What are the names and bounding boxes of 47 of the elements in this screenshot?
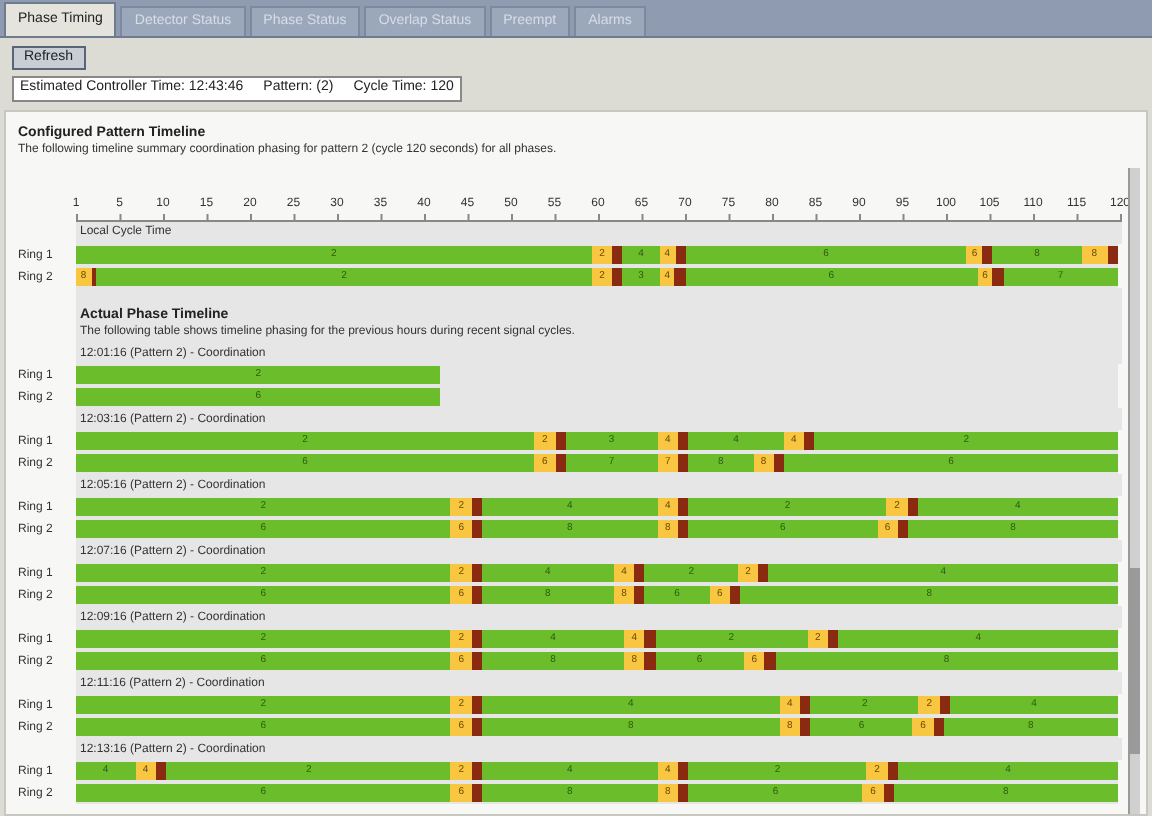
clearance-segment [471,696,483,714]
clearance-segment [678,762,689,780]
clearance-segment [612,246,623,264]
clearance-segment [471,762,483,780]
clearance-segment [678,784,689,802]
clearance-segment [800,696,811,714]
clearance-segment [800,718,811,736]
clearance-segment [634,564,645,582]
clearance-segment [644,630,656,648]
clearance-segment [804,432,815,450]
clearance-segment [634,586,645,604]
clearance-segment [933,718,944,736]
clearance-segment [471,784,483,802]
clearance-segment [887,762,898,780]
clearance-segment [91,268,97,286]
clearance-segment [828,630,839,648]
clearance-segment [1107,246,1118,264]
clearance-segment [675,246,686,264]
scrollbar-thumb[interactable] [1130,568,1140,754]
clearance-segment [764,652,775,670]
clearance-segment [883,784,894,802]
clearance-segment [674,268,686,286]
clearance-segment [612,268,623,286]
clearance-segment [678,454,689,472]
clearance-segment [678,498,689,516]
clearance-segment [730,586,741,604]
clearance-segment [982,246,993,264]
clearance-segment [471,564,483,582]
clearance-segment [471,652,483,670]
clearance-segment [898,520,909,538]
clearance-segment [156,762,167,780]
clearance-segment [555,454,566,472]
vertical-scrollbar[interactable] [1128,168,1140,814]
clearance-segment [992,268,1004,286]
clearance-segment [758,564,769,582]
clearance-segment [907,498,918,516]
clearance-segment [471,630,483,648]
clearance-segment [939,696,951,714]
clearance-segment [471,718,483,736]
clearance-segment [644,652,656,670]
clearance-segment [471,520,483,538]
clearance-segment [555,432,566,450]
clearance-segment [773,454,785,472]
clearance-segment [471,498,483,516]
clearance-segment [471,586,483,604]
clearance-segment [678,520,689,538]
clearance-segment [678,432,689,450]
